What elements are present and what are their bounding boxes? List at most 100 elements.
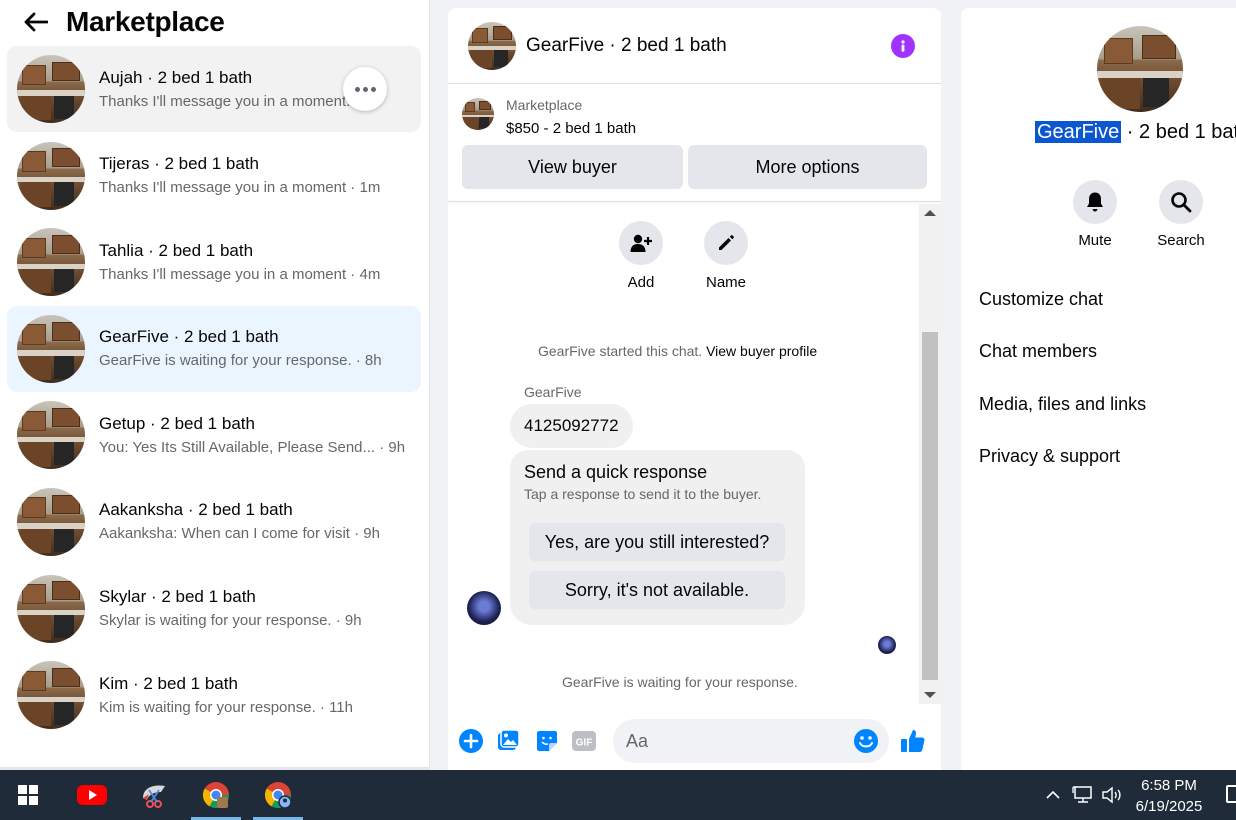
listing-avatar [17,141,85,210]
plus-icon[interactable] [458,728,484,754]
conversation-snippet: You: Yes Its Still Available, Please Sen… [99,438,406,456]
conversation-item[interactable]: Aujah · 2 bed 1 bath Thanks I'll message… [7,46,421,132]
chat-members-item[interactable]: Chat members [979,341,1097,362]
photo-icon[interactable] [495,728,521,754]
chat-panel: GearFive · 2 bed 1 bath Marketplace $850… [448,8,941,770]
emoji-icon[interactable] [853,728,879,754]
quick-response-still-interested-button[interactable]: Yes, are you still interested? [529,523,785,561]
chat-started-label: GearFive started this chat. [538,343,703,359]
volume-icon[interactable] [1100,782,1124,808]
show-hidden-icons-chevron-icon[interactable] [1042,782,1064,808]
thumbs-up-icon[interactable] [900,728,926,754]
listing-price: $850 - 2 bed 1 bath [506,120,637,137]
message-scrollbar[interactable] [919,204,941,704]
sticker-icon[interactable] [534,728,560,754]
conversation-item[interactable]: Aakanksha · 2 bed 1 bath Aakanksha: When… [7,479,421,565]
scroll-up-arrow-icon[interactable] [924,210,936,216]
name-action[interactable]: Name [696,221,756,291]
youtube-icon[interactable] [67,770,117,820]
view-buyer-button[interactable]: View buyer [462,145,683,189]
conversation-name: GearFive · 2 bed 1 bath [99,327,279,347]
customize-chat-item[interactable]: Customize chat [979,289,1103,310]
details-title-rest: · 2 bed 1 bath [1126,121,1236,143]
conversation-item[interactable]: Kim · 2 bed 1 bath Kim is waiting for yo… [7,652,421,738]
windows-start-icon[interactable] [3,770,53,820]
mute-action[interactable]: Mute [1065,180,1125,249]
conversation-name: Tahlia · 2 bed 1 bath [99,240,254,260]
search-action[interactable]: Search [1151,180,1211,249]
pencil-icon[interactable] [704,221,748,265]
chat-avatar[interactable] [468,21,516,70]
listing-avatar [17,314,85,383]
listing-avatar [17,487,85,556]
conversation-item-active[interactable]: GearFive · 2 bed 1 bath GearFive is wait… [7,305,421,392]
media-files-links-item[interactable]: Media, files and links [979,394,1146,415]
more-options-icon[interactable] [343,67,387,111]
conversation-snippet: Thanks I'll message you in a moment · 1m [99,179,381,197]
details-avatar [1097,26,1183,112]
conversation-name: Aujah · 2 bed 1 bath [99,67,253,87]
chrome-icon[interactable] [191,770,241,820]
conversation-name: Kim · 2 bed 1 bath [99,673,238,693]
chat-header: GearFive · 2 bed 1 bath [448,8,941,84]
add-action[interactable]: Add [611,221,671,291]
details-panel: GearFive · 2 bed 1 bath Mute Search Cust… [961,8,1236,770]
notification-center-icon[interactable] [1226,785,1236,803]
message-thread: Add Name GearFive started this chat. Vie… [448,204,918,704]
quick-response-not-available-button[interactable]: Sorry, it's not available. [529,571,785,609]
buyer-avatar [467,591,501,625]
conversation-snippet: GearFive is waiting for your response. ·… [99,352,382,370]
add-label: Add [627,274,655,291]
conversation-item[interactable]: Tijeras · 2 bed 1 bath Thanks I'll messa… [7,133,421,219]
listing-avatar [17,55,85,123]
quick-response-card: Send a quick response Tap a response to … [510,450,805,625]
chrome-profile-icon[interactable] [253,770,303,820]
listing-thumbnail [462,98,494,130]
privacy-support-item[interactable]: Privacy & support [979,446,1120,467]
more-options-button[interactable]: More options [688,145,927,189]
conversation-sidebar: Marketplace Aujah · 2 bed 1 bath Thanks … [0,0,430,770]
conversation-item[interactable]: Skylar · 2 bed 1 bath Skylar is waiting … [7,566,421,652]
conversation-item[interactable]: Getup · 2 bed 1 bath You: Yes Its Still … [7,392,421,478]
quick-response-subtitle: Tap a response to send it to the buyer. [524,486,762,502]
listing-source: Marketplace [506,97,583,113]
scroll-down-arrow-icon[interactable] [924,692,936,698]
conversation-name: Skylar · 2 bed 1 bath [99,587,256,607]
message-input[interactable] [613,719,889,763]
waiting-status-text: GearFive is waiting for your response. [562,674,798,690]
details-title-selected: GearFive [1035,121,1122,143]
search-label: Search [1157,232,1205,249]
conversation-name: Tijeras · 2 bed 1 bath [99,154,260,174]
message-composer: GIF [448,714,941,770]
chat-started-text: GearFive started this chat. View buyer p… [538,343,817,359]
svg-text:GIF: GIF [576,738,593,749]
conversation-name: Getup · 2 bed 1 bath [99,413,255,433]
clock-time: 6:58 PM [1141,777,1197,794]
scroll-thumb[interactable] [922,332,938,680]
page-title: Marketplace [66,6,225,37]
back-arrow-icon[interactable] [22,8,50,36]
network-icon[interactable] [1071,782,1095,808]
conversation-list: Aujah · 2 bed 1 bath Thanks I'll message… [7,46,421,739]
listing-avatar [17,228,85,297]
bell-icon[interactable] [1073,180,1117,224]
view-buyer-profile-link[interactable]: View buyer profile [706,343,817,359]
system-clock[interactable]: 6:58 PM 6/19/2025 [1128,775,1210,817]
mute-label: Mute [1078,232,1112,249]
search-icon[interactable] [1159,180,1203,224]
windows-taskbar: 6:58 PM 6/19/2025 [0,770,1236,820]
snipping-tool-icon[interactable] [129,770,179,820]
conversation-snippet: Skylar is waiting for your response. · 9… [99,612,362,630]
listing-avatar [17,661,85,730]
listing-avatar [17,574,85,643]
message-bubble: 4125092772 [510,404,633,448]
chat-title[interactable]: GearFive · 2 bed 1 bath [526,35,727,57]
listing-divider [448,201,941,202]
clock-date: 6/19/2025 [1135,798,1203,815]
info-icon[interactable] [891,34,915,58]
conversation-item[interactable]: Tahlia · 2 bed 1 bath Thanks I'll messag… [7,219,421,305]
conversation-name: Aakanksha · 2 bed 1 bath [99,500,293,520]
add-person-icon[interactable] [619,221,663,265]
seen-indicator-avatar [878,636,896,654]
gif-icon[interactable]: GIF [571,728,597,754]
